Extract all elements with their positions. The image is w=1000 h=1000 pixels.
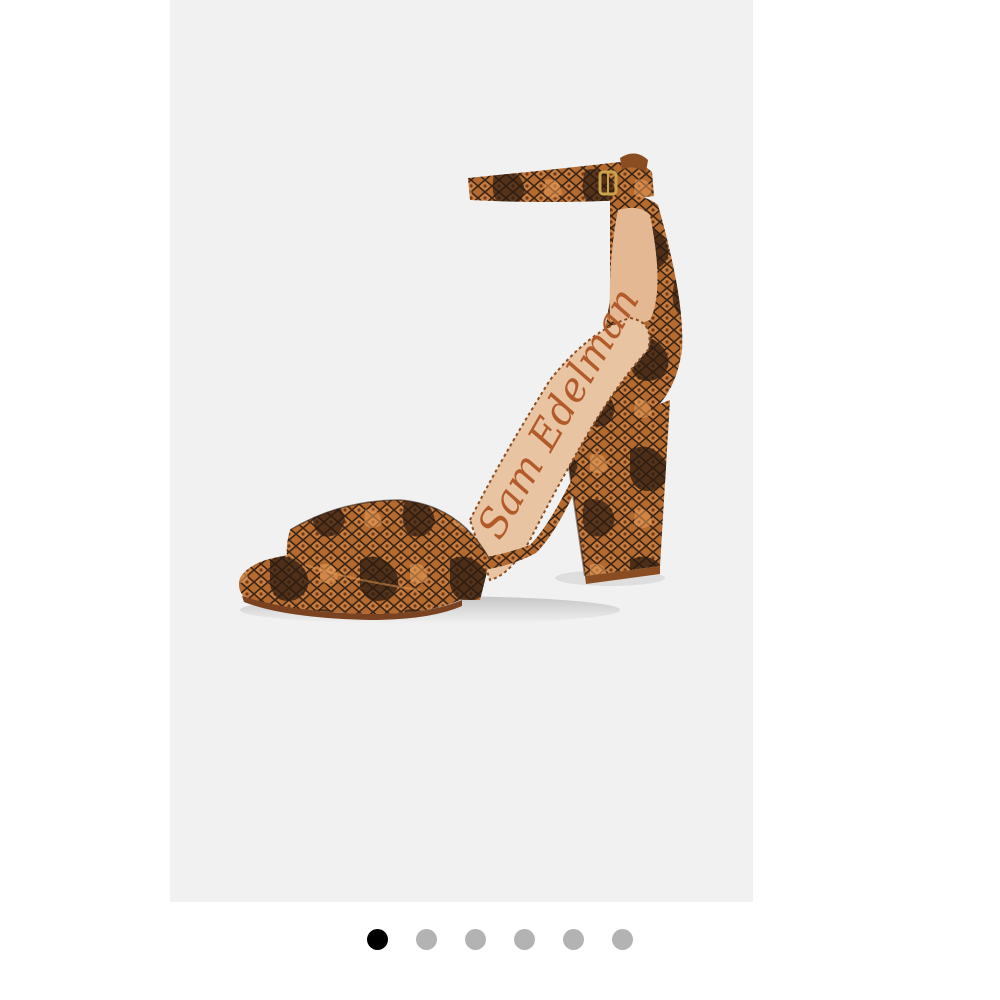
carousel-pagination: [0, 927, 1000, 951]
ankle-strap: [468, 153, 654, 202]
product-image-viewer: Sam Edelman: [0, 0, 1000, 1000]
carousel-dot-6[interactable]: [612, 928, 633, 950]
carousel-dot-1[interactable]: [367, 928, 388, 950]
product-image-slide[interactable]: Sam Edelman: [170, 0, 753, 902]
carousel-dot-3[interactable]: [465, 928, 486, 950]
carousel-dot-2[interactable]: [416, 928, 437, 950]
carousel-dot-4[interactable]: [514, 928, 535, 950]
product-photo: Sam Edelman: [239, 153, 683, 624]
carousel-dot-5[interactable]: [563, 928, 584, 950]
